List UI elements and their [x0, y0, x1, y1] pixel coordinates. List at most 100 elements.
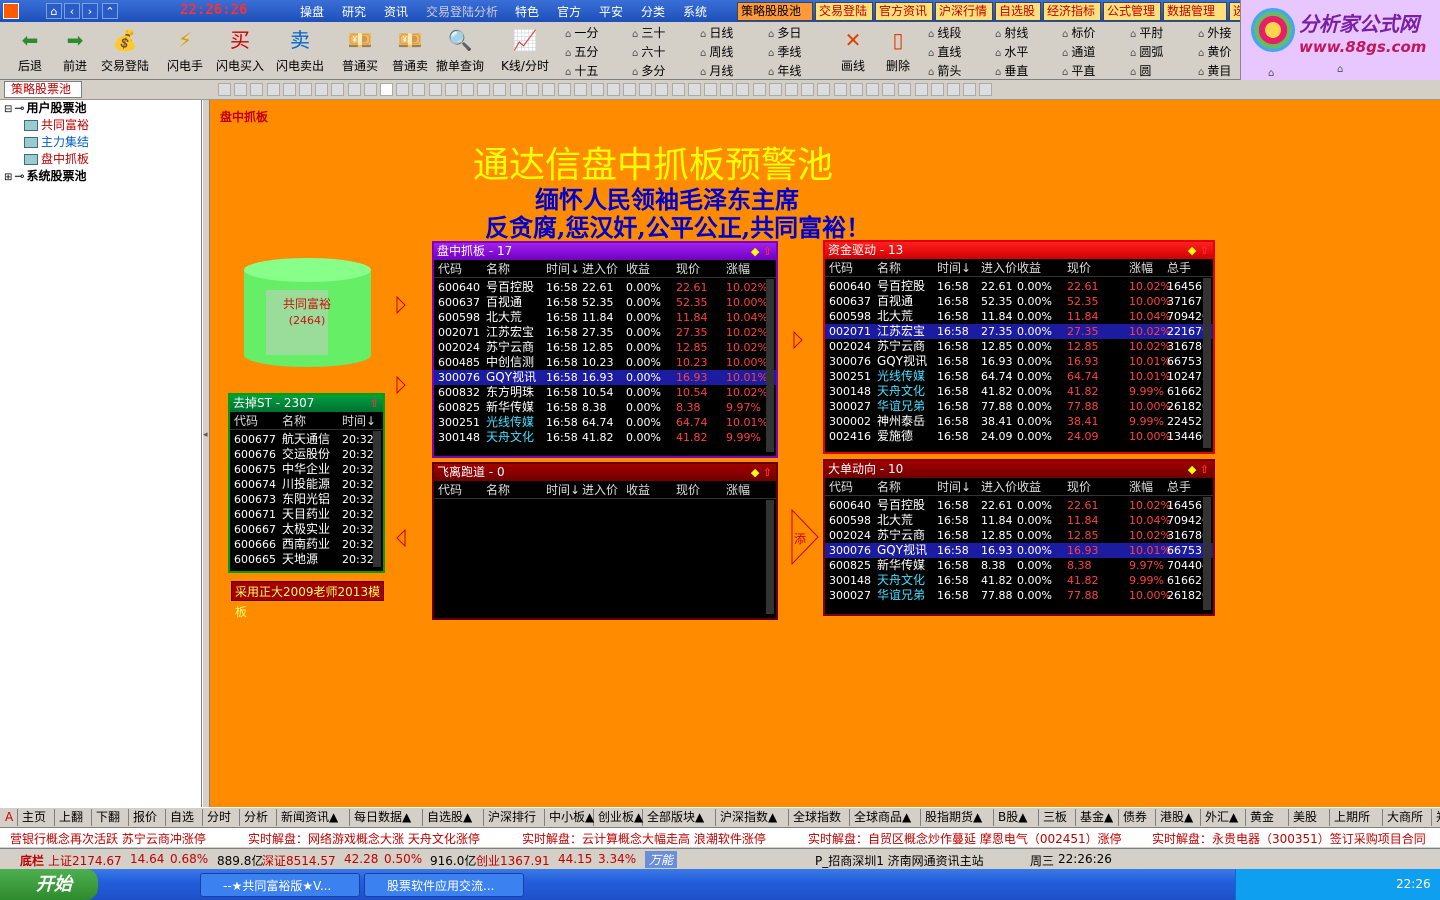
toolbar-button-4[interactable]: 买闪电买入 [215, 22, 265, 78]
panel-controls[interactable]: ◆ ⇧ [1188, 242, 1209, 259]
table-row[interactable]: 300251 光线传媒 16:58 64.74 0.00% 64.74 10.01% 1024… [825, 369, 1213, 384]
table-row[interactable]: 600637 百视通 16:58 52.35 0.00% 52.35 10.00% [434, 295, 776, 310]
strip-tool-45-icon[interactable] [947, 83, 960, 96]
draw-button-0[interactable]: ✕ 画线 [833, 22, 873, 78]
table-row[interactable]: 300002 神州泰岳 16:58 38.41 0.00% 38.41 9.99% 22452… [825, 414, 1213, 429]
bottom-tab-26[interactable]: 美股 [1290, 809, 1330, 826]
table-row[interactable]: 002071 江苏宏宝 16:58 27.35 0.00% 27.35 10.02% 2216… [825, 324, 1213, 339]
table-row[interactable]: 300027 华谊兄弟 16:58 77.88 0.00% 77.88 10.00% 2618… [825, 588, 1213, 603]
strip-tool-34-icon[interactable] [768, 83, 782, 96]
bottom-tab-4[interactable]: 报价 [130, 809, 166, 826]
draw-tool-4-0[interactable]: ⌂ 外接 [1198, 25, 1231, 41]
strip-tool-19-icon[interactable] [525, 83, 539, 96]
col-2[interactable]: 时间↓ [937, 259, 971, 277]
period-3-2[interactable]: ⌂ 年线 [768, 63, 801, 79]
strip-tool-39-icon[interactable] [849, 83, 863, 96]
tab-2[interactable]: 官方资讯 [875, 2, 933, 21]
bottom-tab-2[interactable]: 上翻 [56, 809, 92, 826]
period-1-1[interactable]: ⌂ 六十 [632, 44, 665, 60]
strip-tool-5-icon[interactable] [299, 83, 312, 96]
panel-controls[interactable]: ◆ ⇧ [751, 464, 772, 481]
table-row[interactable]: 300251 光线传媒 16:58 64.74 0.00% 64.74 10.01% [434, 415, 776, 430]
bottom-tab-25[interactable]: 黄金 [1247, 809, 1289, 826]
col-1[interactable]: 名称 [877, 259, 901, 277]
strip-tool-0-icon[interactable] [218, 83, 231, 96]
bottom-tab-15[interactable]: 沪深指数▲ [717, 809, 789, 826]
strip-tool-25-icon[interactable] [623, 83, 636, 96]
menu-7[interactable]: 分类 [641, 3, 665, 20]
period-1-2[interactable]: ⌂ 多分 [632, 63, 665, 79]
table-row[interactable]: 600640 号百控股 16:58 22.61 0.00% 22.61 10.02% 1645… [825, 279, 1213, 294]
col-5[interactable]: 现价 [1067, 478, 1091, 496]
draw-button-1[interactable]: ▯ 删除 [878, 22, 918, 78]
table-row[interactable]: 600666 西南药业 20:32 [230, 537, 383, 552]
scrollbar[interactable] [766, 500, 774, 614]
table-row[interactable]: 300076 GQY视讯 16:58 16.93 0.00% 16.93 10.01% [434, 370, 776, 385]
strip-tool-17-icon[interactable] [493, 83, 507, 96]
period-0-2[interactable]: ⌂ 十五 [565, 63, 598, 79]
col-5[interactable]: 现价 [676, 260, 700, 278]
period-1-0[interactable]: ⌂ 三十 [632, 25, 665, 41]
back-icon[interactable]: ‹ [64, 3, 80, 19]
draw-tool-2-1[interactable]: ⌂ 通道 [1062, 44, 1095, 60]
strip-tool-43-icon[interactable] [914, 83, 928, 96]
bottom-tab-20[interactable]: 三板 [1040, 809, 1076, 826]
tree-node-0[interactable]: ⊟ ⊸ 用户股票池 [4, 100, 86, 118]
up-icon[interactable]: ⌃ [102, 3, 118, 19]
menu-5[interactable]: 官方 [557, 3, 581, 20]
strip-tool-8-icon[interactable] [347, 83, 361, 96]
draw-tool-0-1[interactable]: ⌂ 直线 [928, 44, 961, 60]
toolbar-button-1[interactable]: ➡ 前进 [50, 22, 100, 78]
table-row[interactable]: 600637 百视通 16:58 52.35 0.00% 52.35 10.00% 37167… [825, 294, 1213, 309]
table-row[interactable]: 300027 华谊兄弟 16:58 77.88 0.00% 77.88 10.00% 2618… [825, 399, 1213, 414]
strip-tool-33-icon[interactable] [752, 83, 766, 96]
strip-tool-35-icon[interactable] [785, 83, 798, 96]
col-4[interactable]: 收益 [1017, 478, 1041, 496]
bottom-tab-21[interactable]: 基金▲ [1077, 809, 1119, 826]
strip-tool-10-icon[interactable] [380, 83, 393, 96]
panel-controls[interactable]: ◆ ⇧ [751, 243, 772, 260]
col-1[interactable]: 名称 [877, 478, 901, 496]
strip-tool-38-icon[interactable] [833, 83, 847, 96]
strip-tool-4-icon[interactable] [282, 83, 296, 96]
table-row[interactable]: 600675 中华企业 20:32 [230, 462, 383, 477]
col-4[interactable]: 收益 [626, 260, 650, 278]
col-6[interactable]: 涨幅 [726, 481, 750, 499]
strip-tool-9-icon[interactable] [363, 83, 377, 96]
col-3[interactable]: 进入价 [981, 259, 1017, 277]
table-row[interactable]: 300148 天舟文化 16:58 41.82 0.00% 41.82 9.99% [434, 430, 776, 445]
col-5[interactable]: 现价 [676, 481, 700, 499]
draw-tool-1-1[interactable]: ⌂ 水平 [995, 44, 1028, 60]
tab-strategy-pool[interactable]: 策略股票池 [4, 81, 82, 98]
home-icon[interactable]: ⌂ [46, 3, 62, 19]
col-7[interactable]: 总手 [1167, 478, 1191, 496]
bottom-tab-0[interactable]: A [2, 809, 18, 826]
col-2[interactable]: 时间↓ [546, 481, 580, 499]
col-2[interactable]: 时间↓ [937, 478, 971, 496]
toolbar-button-6[interactable]: 💴 普通买 [335, 22, 385, 78]
strip-tool-28-icon[interactable] [671, 83, 685, 96]
menu-3[interactable]: 交易登陆分析 [426, 3, 498, 20]
col-0[interactable]: 代码 [829, 478, 853, 496]
scrollbar[interactable] [1203, 497, 1211, 610]
draw-tool-0-2[interactable]: ⌂ 箭头 [928, 63, 961, 79]
toolbar-button-0[interactable]: ⬅ 后退 [5, 22, 55, 78]
strip-tool-7-icon[interactable] [331, 83, 345, 96]
draw-tool-3-0[interactable]: ⌂ 平肘 [1130, 25, 1163, 41]
tab-4[interactable]: 自选股 [995, 2, 1041, 21]
bottom-tab-1[interactable]: 主页 [19, 809, 55, 826]
period-0-1[interactable]: ⌂ 五分 [565, 44, 598, 60]
period-3-1[interactable]: ⌂ 季线 [768, 44, 801, 60]
menu-4[interactable]: 特色 [515, 3, 539, 20]
col-0[interactable]: 代码 [438, 260, 462, 278]
ticker-item-4[interactable]: 实时解盘：永贵电器（300351）签订采购项目合同 [1152, 830, 1426, 847]
tab-0[interactable]: 策略股股池 [737, 2, 813, 21]
col-7[interactable]: 总手 [1167, 259, 1191, 277]
draw-tool-4-2[interactable]: ⌂ 黄目 [1198, 63, 1231, 79]
period-0-0[interactable]: ⌂ 一分 [565, 25, 598, 41]
draw-tool-4-1[interactable]: ⌂ 黄价 [1198, 44, 1231, 60]
draw-tool-2-0[interactable]: ⌂ 标价 [1062, 25, 1095, 41]
draw-tool-5-0[interactable]: ⌂波段 [1268, 64, 1280, 113]
col-0[interactable]: 代码 [234, 412, 258, 430]
strip-tool-29-icon[interactable] [687, 83, 701, 96]
